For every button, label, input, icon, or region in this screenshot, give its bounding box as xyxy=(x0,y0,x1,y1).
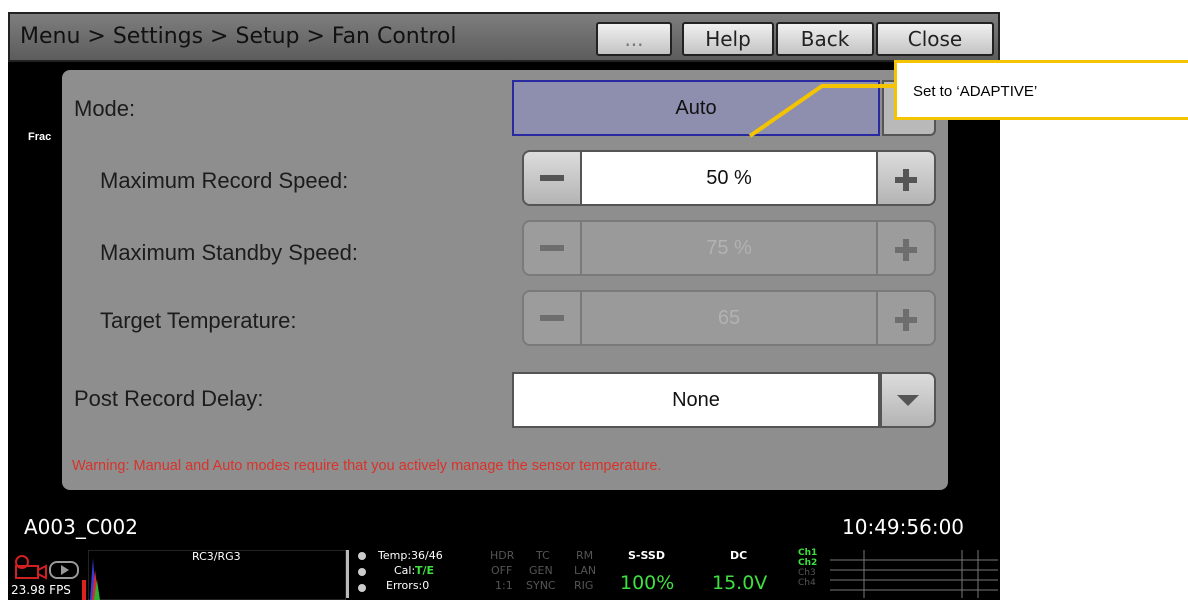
cal-label: Cal: xyxy=(394,564,416,577)
plus-icon-vertical xyxy=(903,169,909,191)
decrement-button[interactable] xyxy=(524,152,580,204)
chevron-down-icon xyxy=(897,394,919,406)
audio-channel-3: Ch3 xyxy=(798,568,816,578)
decrement-button xyxy=(524,222,580,274)
target-temperature-stepper: 65 xyxy=(522,290,936,346)
warning-message: Warning: Manual and Auto modes require t… xyxy=(72,458,662,474)
status-dot xyxy=(358,584,366,592)
mode-label: Mode: xyxy=(74,96,136,121)
rm-rig: RIG xyxy=(574,579,594,592)
max-standby-speed-stepper: 75 % xyxy=(522,220,936,276)
post-record-delay-select[interactable]: None xyxy=(512,372,880,428)
fan-control-panel: Mode: Auto Maximum Record Speed: 50 % Ma… xyxy=(62,70,948,490)
camera-screen: Menu > Settings > Setup > Fan Control ..… xyxy=(8,12,1000,600)
temp-status: Temp:36/46 xyxy=(378,549,443,562)
status-dot xyxy=(358,568,366,576)
plus-icon-vertical xyxy=(903,309,909,331)
max-standby-speed-label: Maximum Standby Speed: xyxy=(100,240,359,265)
max-record-speed-value: 50 % xyxy=(580,152,878,204)
mode-select[interactable]: Auto xyxy=(512,80,880,136)
mode-value: Auto xyxy=(675,96,717,119)
tc-label: TC xyxy=(536,549,550,562)
rm-value: LAN xyxy=(574,564,597,577)
audio-channel-4: Ch4 xyxy=(798,578,816,588)
max-standby-speed-value: 75 % xyxy=(580,222,878,274)
max-record-speed-stepper: 50 % xyxy=(522,150,936,206)
media-label: S-SSD xyxy=(628,549,665,562)
color-space: RC3/RG3 xyxy=(192,550,241,563)
status-bar: 23.98 FPS RC3/RG3 Temp:36/46 Cal: T/E Er… xyxy=(8,548,1000,600)
errors-status: Errors:0 xyxy=(386,579,430,592)
annotation-text: Set to ‘ADAPTIVE’ xyxy=(913,83,1038,100)
target-temperature-label: Target Temperature: xyxy=(100,308,297,333)
title-bar: Menu > Settings > Setup > Fan Control ..… xyxy=(8,12,1000,62)
increment-button xyxy=(878,222,934,274)
status-dot xyxy=(358,552,366,560)
post-record-delay-value: None xyxy=(672,388,720,411)
rm-label: RM xyxy=(576,549,594,562)
background-label: Frac xyxy=(28,131,52,143)
increment-button[interactable] xyxy=(878,152,934,204)
media-value: 100% xyxy=(620,572,675,594)
tc-value: GEN xyxy=(529,564,553,577)
cal-value: T/E xyxy=(415,564,435,577)
post-record-delay-label: Post Record Delay: xyxy=(74,386,264,411)
increment-button xyxy=(878,292,934,344)
breadcrumb: Menu > Settings > Setup > Fan Control xyxy=(20,24,457,49)
plus-icon-vertical xyxy=(903,239,909,261)
more-button[interactable]: ... xyxy=(596,22,672,56)
decrement-button xyxy=(524,292,580,344)
minus-icon xyxy=(540,245,564,251)
timecode: 10:49:56:00 xyxy=(842,515,965,539)
annotation-callout: Set to ‘ADAPTIVE’ xyxy=(894,60,1188,120)
record-indicator xyxy=(82,580,86,600)
power-label: DC xyxy=(730,549,748,562)
divider xyxy=(346,550,349,598)
minus-icon xyxy=(540,315,564,321)
target-temperature-value: 65 xyxy=(580,292,878,344)
fps-indicator: 23.98 FPS xyxy=(11,583,71,597)
close-button[interactable]: Close xyxy=(876,22,994,56)
clip-name: A003_C002 xyxy=(24,515,138,539)
max-record-speed-label: Maximum Record Speed: xyxy=(100,168,349,193)
hdr-label: HDR xyxy=(490,549,515,562)
power-value: 15.0V xyxy=(712,572,768,594)
hdr-ratio: 1:1 xyxy=(495,579,513,592)
minus-icon xyxy=(540,175,564,181)
audio-meters xyxy=(830,550,998,598)
audio-channel-2: Ch2 xyxy=(798,558,818,568)
back-button[interactable]: Back xyxy=(776,22,874,56)
tc-sync: SYNC xyxy=(526,579,556,592)
hdr-value: OFF xyxy=(491,564,513,577)
audio-channel-1: Ch1 xyxy=(798,548,818,558)
help-button[interactable]: Help xyxy=(682,22,774,56)
camera-icon xyxy=(15,555,79,580)
post-record-delay-dropdown-button[interactable] xyxy=(880,372,936,428)
